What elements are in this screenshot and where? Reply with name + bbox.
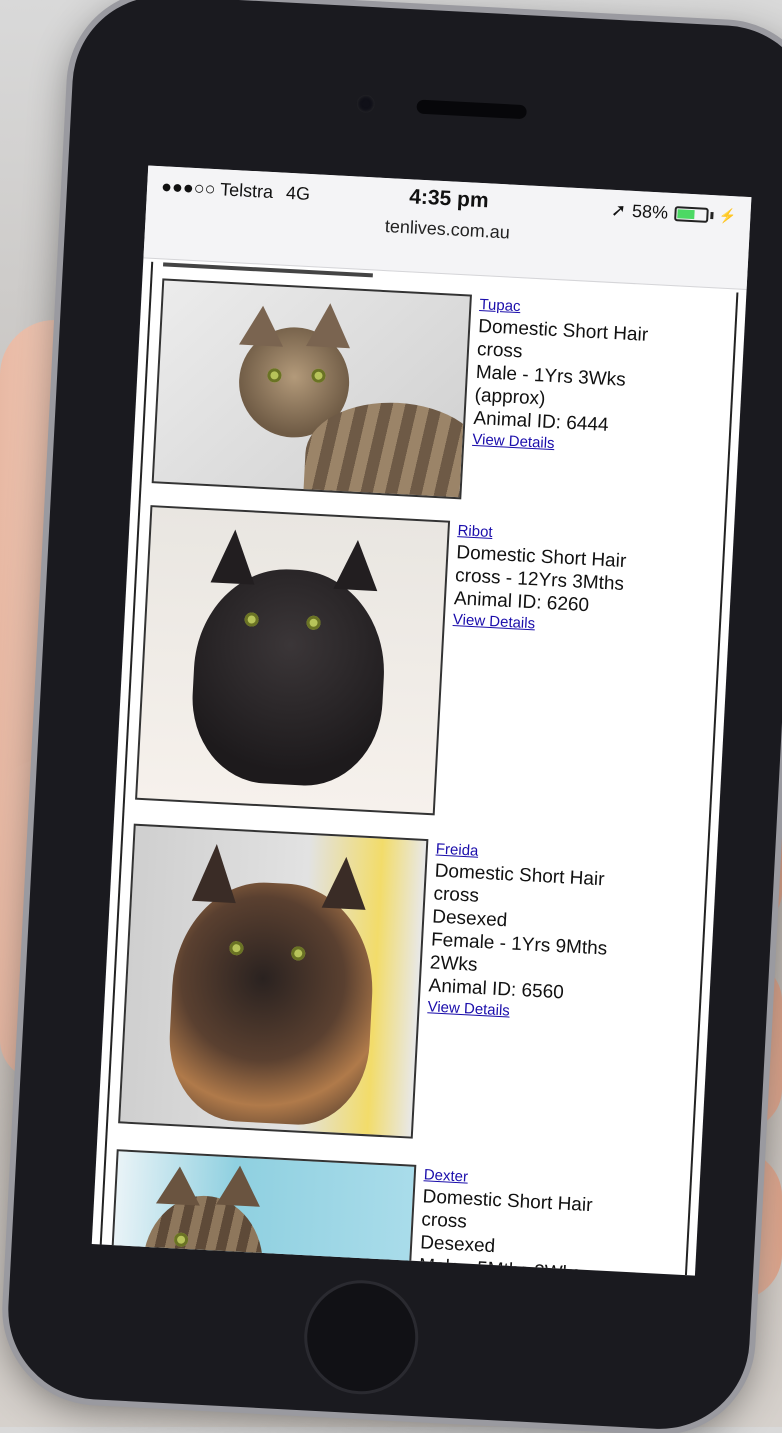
cat-photo-tupac[interactable] (151, 278, 472, 500)
cat-photo-dexter[interactable] (108, 1149, 417, 1276)
listing-item: Tupac Domestic Short Hair cross Male - 1… (151, 278, 736, 513)
earpiece (416, 99, 527, 120)
bolt-icon: ⚡ (718, 207, 737, 225)
listing-item: Freida Domestic Short Hair cross Desexed… (118, 823, 707, 1154)
location-arrow-icon: ➚ (610, 199, 627, 221)
battery-icon (673, 206, 709, 223)
battery-percent: 58% (631, 200, 669, 223)
listing-info: Tupac Domestic Short Hair cross Male - 1… (464, 295, 690, 461)
listing-info: Freida Domestic Short Hair cross Desexed… (419, 839, 646, 1028)
listing-item: Ribot Domestic Short Hair cross - 12Yrs … (135, 505, 724, 830)
front-camera (356, 94, 376, 114)
cat-photo-freida[interactable] (118, 823, 429, 1139)
listing-info: Dexter Domestic Short Hair cross Desexed… (410, 1165, 634, 1275)
phone: ●●●○○ Telstra 4G 4:35 pm tenlives.com.au… (3, 0, 782, 1433)
home-button[interactable] (304, 1280, 418, 1395)
screen: ●●●○○ Telstra 4G 4:35 pm tenlives.com.au… (91, 165, 752, 1276)
cat-photo-ribot[interactable] (135, 505, 451, 816)
listing-page: Tupac Domestic Short Hair cross Male - 1… (99, 261, 739, 1276)
listing-info: Ribot Domestic Short Hair cross - 12Yrs … (444, 521, 667, 641)
listing-item: Dexter Domestic Short Hair cross Desexed… (108, 1149, 690, 1276)
